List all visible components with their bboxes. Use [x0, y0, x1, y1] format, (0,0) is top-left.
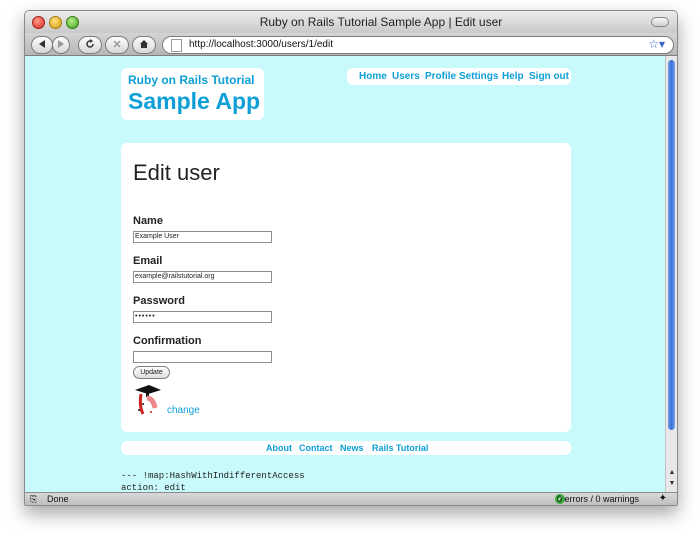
debug-line: action: edit: [121, 483, 186, 492]
forward-arrow-icon: [58, 40, 64, 48]
email-label: Email: [133, 255, 163, 267]
nav-home[interactable]: Home: [359, 71, 387, 82]
page-icon: [171, 39, 182, 52]
status-bar: ⎘ Done ✓ 0 errors / 0 warnings ✦: [25, 492, 677, 505]
forward-button[interactable]: [52, 36, 70, 54]
password-label: Password: [133, 295, 185, 307]
name-field[interactable]: Example User: [133, 231, 272, 243]
logo-title: Ruby on Rails Tutorial: [128, 73, 255, 87]
window-title: Ruby on Rails Tutorial Sample App | Edit…: [259, 15, 503, 29]
footer-about[interactable]: About: [266, 443, 292, 453]
password-field[interactable]: ••••••: [133, 311, 272, 323]
title-bar: Ruby on Rails Tutorial Sample App | Edit…: [25, 11, 677, 33]
navigation-toolbar: http://localhost:3000/users/1/edit ☆▾: [25, 33, 677, 56]
change-gravatar-link[interactable]: change: [167, 405, 200, 416]
main-nav: Home Users Profile Settings Help Sign ou…: [347, 68, 571, 85]
debug-output: --- !map:HashWithIndifferentAccess action…: [121, 470, 305, 492]
debug-line: --- !map:HashWithIndifferentAccess: [121, 471, 305, 481]
confirmation-field[interactable]: [133, 351, 272, 363]
page-viewport: Ruby on Rails Tutorial Sample App Home U…: [25, 56, 665, 492]
confirmation-label: Confirmation: [133, 335, 202, 347]
star-icon[interactable]: ☆▾: [648, 37, 665, 51]
nav-help[interactable]: Help: [502, 71, 524, 82]
stop-icon: [113, 40, 121, 48]
name-label: Name: [133, 215, 163, 227]
scroll-down-icon[interactable]: ▼: [667, 480, 677, 489]
edit-user-panel: Edit user Name Example User Email exampl…: [121, 143, 571, 432]
reload-button[interactable]: [78, 36, 102, 54]
url-text[interactable]: http://localhost:3000/users/1/edit: [189, 39, 333, 50]
update-button[interactable]: Update: [133, 366, 170, 379]
back-button[interactable]: [31, 36, 53, 54]
footer-contact[interactable]: Contact: [299, 443, 333, 453]
validator-status[interactable]: 0 errors / 0 warnings: [557, 494, 639, 504]
footer-rails-tutorial[interactable]: Rails Tutorial: [372, 443, 428, 453]
toolbar-toggle-button[interactable]: [651, 17, 669, 27]
browser-window: Ruby on Rails Tutorial Sample App | Edit…: [24, 10, 678, 506]
stop-button[interactable]: [105, 36, 129, 54]
home-button[interactable]: [132, 36, 156, 54]
nav-users[interactable]: Users: [392, 71, 420, 82]
email-field[interactable]: example@railstutorial.org: [133, 271, 272, 283]
nav-profile[interactable]: Profile: [425, 71, 456, 82]
site-logo[interactable]: Ruby on Rails Tutorial Sample App: [121, 68, 264, 120]
status-page-icon: ⎘: [30, 494, 38, 504]
zoom-window-button[interactable]: [66, 16, 79, 29]
nav-sign-out[interactable]: Sign out: [529, 71, 569, 82]
reload-icon: [86, 39, 94, 48]
address-bar[interactable]: http://localhost:3000/users/1/edit ☆▾: [162, 36, 674, 54]
gravatar-icon: [135, 385, 161, 415]
minimize-window-button[interactable]: [49, 16, 62, 29]
vertical-scrollbar[interactable]: ▲ ▼: [665, 56, 677, 492]
extension-icon[interactable]: ✦: [659, 493, 667, 504]
logo-subtitle: Sample App: [128, 88, 261, 114]
home-icon: [140, 40, 148, 48]
nav-settings[interactable]: Settings: [459, 71, 498, 82]
scroll-thumb[interactable]: [668, 60, 675, 430]
page-title: Edit user: [133, 160, 220, 185]
status-text: Done: [47, 494, 69, 504]
site-footer: About Contact News Rails Tutorial: [121, 441, 571, 455]
footer-news[interactable]: News: [340, 443, 364, 453]
close-window-button[interactable]: [32, 16, 45, 29]
scroll-up-icon[interactable]: ▲: [667, 469, 677, 478]
back-arrow-icon: [39, 40, 45, 48]
